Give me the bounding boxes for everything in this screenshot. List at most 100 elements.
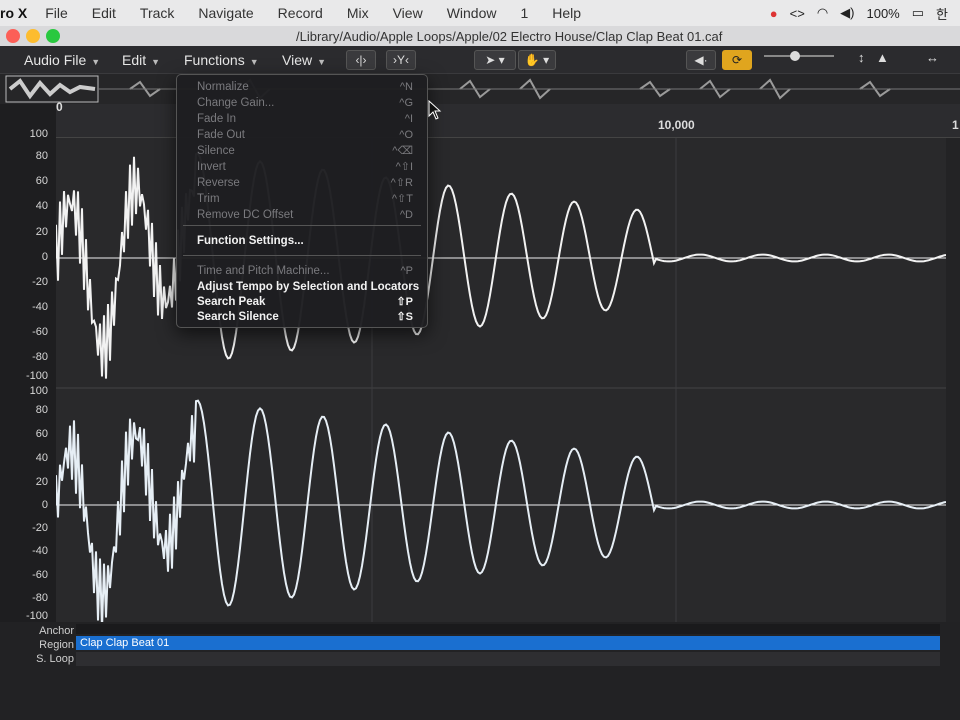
- battery-percent[interactable]: 100%: [866, 6, 899, 21]
- menu-item-label: Function Settings...: [197, 235, 304, 247]
- battery-icon[interactable]: ▭: [912, 5, 924, 21]
- axis-label: 60: [35, 428, 48, 440]
- view-menu-label: View: [282, 52, 313, 68]
- region-label: Region: [39, 639, 74, 651]
- menu-mix[interactable]: Mix: [347, 5, 369, 21]
- code-icon[interactable]: <>: [790, 6, 805, 21]
- menu-item-adjust-tempo-by-selection-and-locators[interactable]: Adjust Tempo by Selection and Locators: [177, 279, 427, 295]
- edit-menu-label: Edit: [122, 52, 147, 68]
- menu-edit[interactable]: Edit: [92, 5, 116, 21]
- menu-item-time-and-pitch-machine: Time and Pitch Machine... ^P: [177, 263, 427, 279]
- menu-item-label: Trim: [197, 193, 220, 205]
- menu-item-label: Normalize: [197, 81, 249, 93]
- menu-item-shortcut: ^O: [399, 129, 413, 141]
- menu-item-search-peak[interactable]: Search Peak ⇧P: [177, 294, 427, 310]
- notification-icon[interactable]: ●: [770, 6, 778, 21]
- axis-label: -60: [32, 326, 48, 338]
- menu-item-invert: Invert ^⇧I: [177, 159, 427, 175]
- minimize-window-button[interactable]: [26, 29, 40, 43]
- menu-navigate[interactable]: Navigate: [198, 5, 253, 21]
- cycle-icon[interactable]: ⟳: [722, 50, 752, 70]
- menu-item-label: Remove DC Offset: [197, 209, 294, 221]
- menu-item-shortcut: ⇧S: [396, 311, 413, 323]
- menu-item-label: Invert: [197, 161, 226, 173]
- edit-menu[interactable]: Edit ▼: [122, 50, 160, 70]
- menu-item-shortcut: ^⌫: [392, 145, 413, 157]
- menu-item-search-silence[interactable]: Search Silence ⇧S: [177, 309, 427, 325]
- menu-item-label: Adjust Tempo by Selection and Locators: [197, 281, 420, 293]
- window-title: /Library/Audio/Apple Loops/Apple/02 Elec…: [296, 29, 723, 44]
- ruler-label-0: 0: [56, 100, 63, 114]
- menu-item-function-settings[interactable]: Function Settings...: [177, 233, 427, 249]
- window-titlebar: /Library/Audio/Apple Loops/Apple/02 Elec…: [0, 26, 960, 46]
- axis-label: 20: [35, 226, 48, 238]
- menu-item-remove-dc-offset: Remove DC Offset ^D: [177, 207, 427, 223]
- catch-icon[interactable]: ›Y‹: [386, 50, 416, 70]
- menu-item-shortcut: ⇧P: [396, 296, 413, 308]
- menu-item-reverse: Reverse ^⇧R: [177, 175, 427, 191]
- menu-item-fade-out: Fade Out ^O: [177, 127, 427, 143]
- split-icon[interactable]: ‹|›: [346, 50, 376, 70]
- menu-item-shortcut: ^N: [399, 81, 413, 93]
- axis-label: 100: [29, 385, 48, 397]
- menu-record[interactable]: Record: [278, 5, 323, 21]
- menu-item-shortcut: ^P: [400, 265, 414, 277]
- volume-slider-knob[interactable]: [790, 51, 800, 61]
- chevron-down-icon: ▼: [249, 57, 259, 67]
- menu-item-shortcut: ^G: [399, 97, 413, 109]
- pointer-tool-icon[interactable]: ➤ ▾: [474, 50, 516, 70]
- region-bar[interactable]: Clap Clap Beat 01: [76, 636, 940, 650]
- menu-item-shortcut: ^D: [399, 209, 413, 221]
- menu-file[interactable]: File: [45, 5, 68, 21]
- menu-item-shortcut: ^I: [404, 113, 413, 125]
- menu-item-label: Fade In: [197, 113, 236, 125]
- input-source-icon[interactable]: 한: [936, 4, 948, 23]
- functions-menu[interactable]: Functions ▼: [184, 50, 259, 70]
- mouse-pointer-icon: [428, 100, 442, 120]
- vertical-zoom-icon[interactable]: ↕: [858, 50, 865, 65]
- menu-item-shortcut: ^⇧I: [395, 161, 413, 173]
- chevron-down-icon: ▼: [317, 57, 327, 67]
- axis-label: -60: [32, 569, 48, 581]
- menu-1[interactable]: 1: [520, 5, 528, 21]
- volume-icon[interactable]: ◀): [840, 5, 854, 21]
- menu-item-label: Change Gain...: [197, 97, 275, 109]
- editor-toolbar: Audio File ▼ Edit ▼ Functions ▼ View ▼ ‹|› ›…: [0, 46, 960, 74]
- menu-item-label: Search Silence: [197, 311, 279, 323]
- channel-right-waveform: [55, 399, 947, 630]
- functions-dropdown: Normalize ^N Change Gain... ^G Fade In ^I Fade…: [176, 74, 428, 328]
- close-window-button[interactable]: [6, 29, 20, 43]
- zoom-slider-icon[interactable]: ▲: [876, 50, 889, 65]
- region-name: Clap Clap Beat 01: [80, 637, 170, 649]
- speaker-icon[interactable]: ◀·: [686, 50, 716, 70]
- loop-lane[interactable]: [76, 652, 940, 666]
- menu-item-label: Fade Out: [197, 129, 245, 141]
- axis-label: -100: [25, 610, 48, 622]
- axis-label: 40: [35, 452, 48, 464]
- logic-audio-file-editor: ro X File Edit Track Navigate Record Mix…: [0, 0, 960, 720]
- app-menu[interactable]: ro X: [0, 5, 27, 21]
- axis-label: -20: [32, 276, 48, 288]
- audio-file-menu-label: Audio File: [24, 52, 87, 68]
- axis-label: -80: [32, 351, 48, 363]
- zoom-window-button[interactable]: [46, 29, 60, 43]
- hand-tool-icon[interactable]: ✋ ▾: [518, 50, 556, 70]
- menu-view[interactable]: View: [393, 5, 423, 21]
- axis-label: 80: [35, 404, 48, 416]
- anchor-lane[interactable]: [76, 624, 940, 634]
- axis-label: 20: [35, 476, 48, 488]
- view-menu[interactable]: View ▼: [282, 50, 326, 70]
- menu-item-label: Search Peak: [197, 296, 266, 308]
- overview-waveform[interactable]: [0, 74, 960, 104]
- menu-help[interactable]: Help: [552, 5, 581, 21]
- menu-track[interactable]: Track: [140, 5, 174, 21]
- menu-item-label: Time and Pitch Machine...: [197, 265, 330, 277]
- audio-file-menu[interactable]: Audio File ▼: [24, 50, 100, 70]
- menu-separator: [183, 225, 421, 226]
- horizontal-zoom-icon[interactable]: ↔: [926, 50, 939, 65]
- axis-label: 0: [41, 251, 48, 263]
- menu-item-fade-in: Fade In ^I: [177, 111, 427, 127]
- menu-window[interactable]: Window: [447, 5, 497, 21]
- wifi-icon[interactable]: ◠: [817, 5, 828, 21]
- axis-label: -80: [32, 592, 48, 604]
